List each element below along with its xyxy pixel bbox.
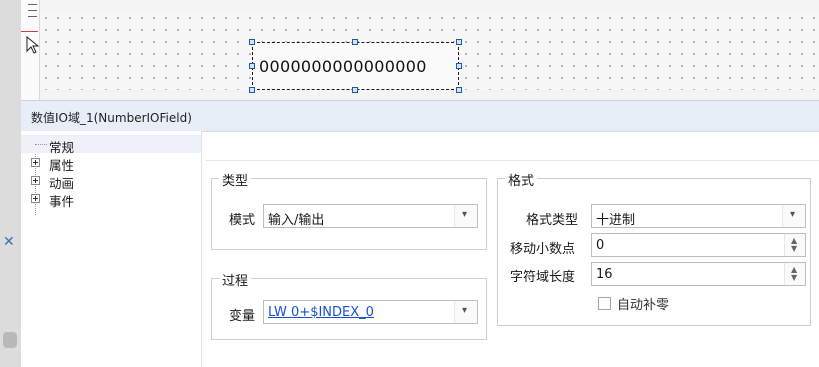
variable-label: 变量 [229, 309, 256, 324]
field-length-label: 字符域长度 [510, 270, 576, 285]
decimal-shift-spinner[interactable]: 0 ▲ ▼ [591, 233, 806, 257]
format-type-select[interactable]: 十进制 [591, 204, 806, 228]
resize-handle[interactable] [352, 39, 358, 45]
mode-select[interactable]: 输入/输出 [263, 204, 478, 228]
auto-pad-checkbox[interactable] [598, 297, 611, 310]
spinner-arrows-icon[interactable]: ▲ ▼ [784, 234, 805, 256]
chevron-down-icon[interactable] [782, 205, 805, 227]
number-io-field-widget[interactable]: 0000000000000000 [249, 39, 462, 93]
auto-pad-label: 自动补零 [617, 298, 670, 313]
expand-icon[interactable] [31, 194, 40, 203]
side-scroll-knob[interactable] [3, 332, 17, 348]
resize-handle[interactable] [249, 63, 255, 69]
format-type-label: 格式类型 [526, 213, 579, 228]
panel-title-text: 数值IO域_1(NumberIOField) [31, 111, 192, 125]
resize-handle[interactable] [249, 87, 255, 93]
tree-item-events[interactable]: 事件 [21, 189, 201, 209]
resize-handle[interactable] [352, 87, 358, 93]
tree-item-properties[interactable]: 属性 [21, 153, 201, 173]
resize-handle[interactable] [249, 39, 255, 45]
tree-item-animation[interactable]: 动画 [21, 171, 201, 191]
resize-handle[interactable] [456, 87, 462, 93]
left-side-strip [0, 0, 21, 367]
field-value-text: 0000000000000000 [259, 57, 427, 76]
process-group-title: 过程 [219, 270, 252, 289]
close-icon[interactable]: ✕ [3, 234, 15, 250]
field-length-spinner[interactable]: 16 ▲ ▼ [591, 262, 806, 286]
ruler-marker [21, 31, 38, 32]
property-category-tree: 常规 属性 动画 事件 [21, 131, 202, 367]
property-panel-title: 数值IO域_1(NumberIOField) [21, 100, 819, 132]
decimal-shift-label: 移动小数点 [510, 242, 576, 257]
format-group-title: 格式 [505, 170, 538, 189]
expand-icon[interactable] [31, 176, 40, 185]
design-canvas[interactable]: 0000000000000000 [0, 0, 819, 100]
expand-icon[interactable] [31, 158, 40, 167]
chevron-down-icon[interactable] [454, 301, 477, 323]
tree-item-general[interactable]: 常规 [21, 135, 201, 155]
pointer-tool-icon[interactable] [25, 36, 41, 54]
variable-select[interactable]: LW 0+$INDEX_0 [263, 300, 478, 324]
spinner-arrows-icon[interactable]: ▲ ▼ [784, 263, 805, 285]
chevron-down-icon[interactable] [454, 205, 477, 227]
resize-handle[interactable] [456, 39, 462, 45]
resize-handle[interactable] [456, 63, 462, 69]
mode-label: 模式 [229, 213, 256, 228]
type-group-title: 类型 [219, 170, 252, 189]
